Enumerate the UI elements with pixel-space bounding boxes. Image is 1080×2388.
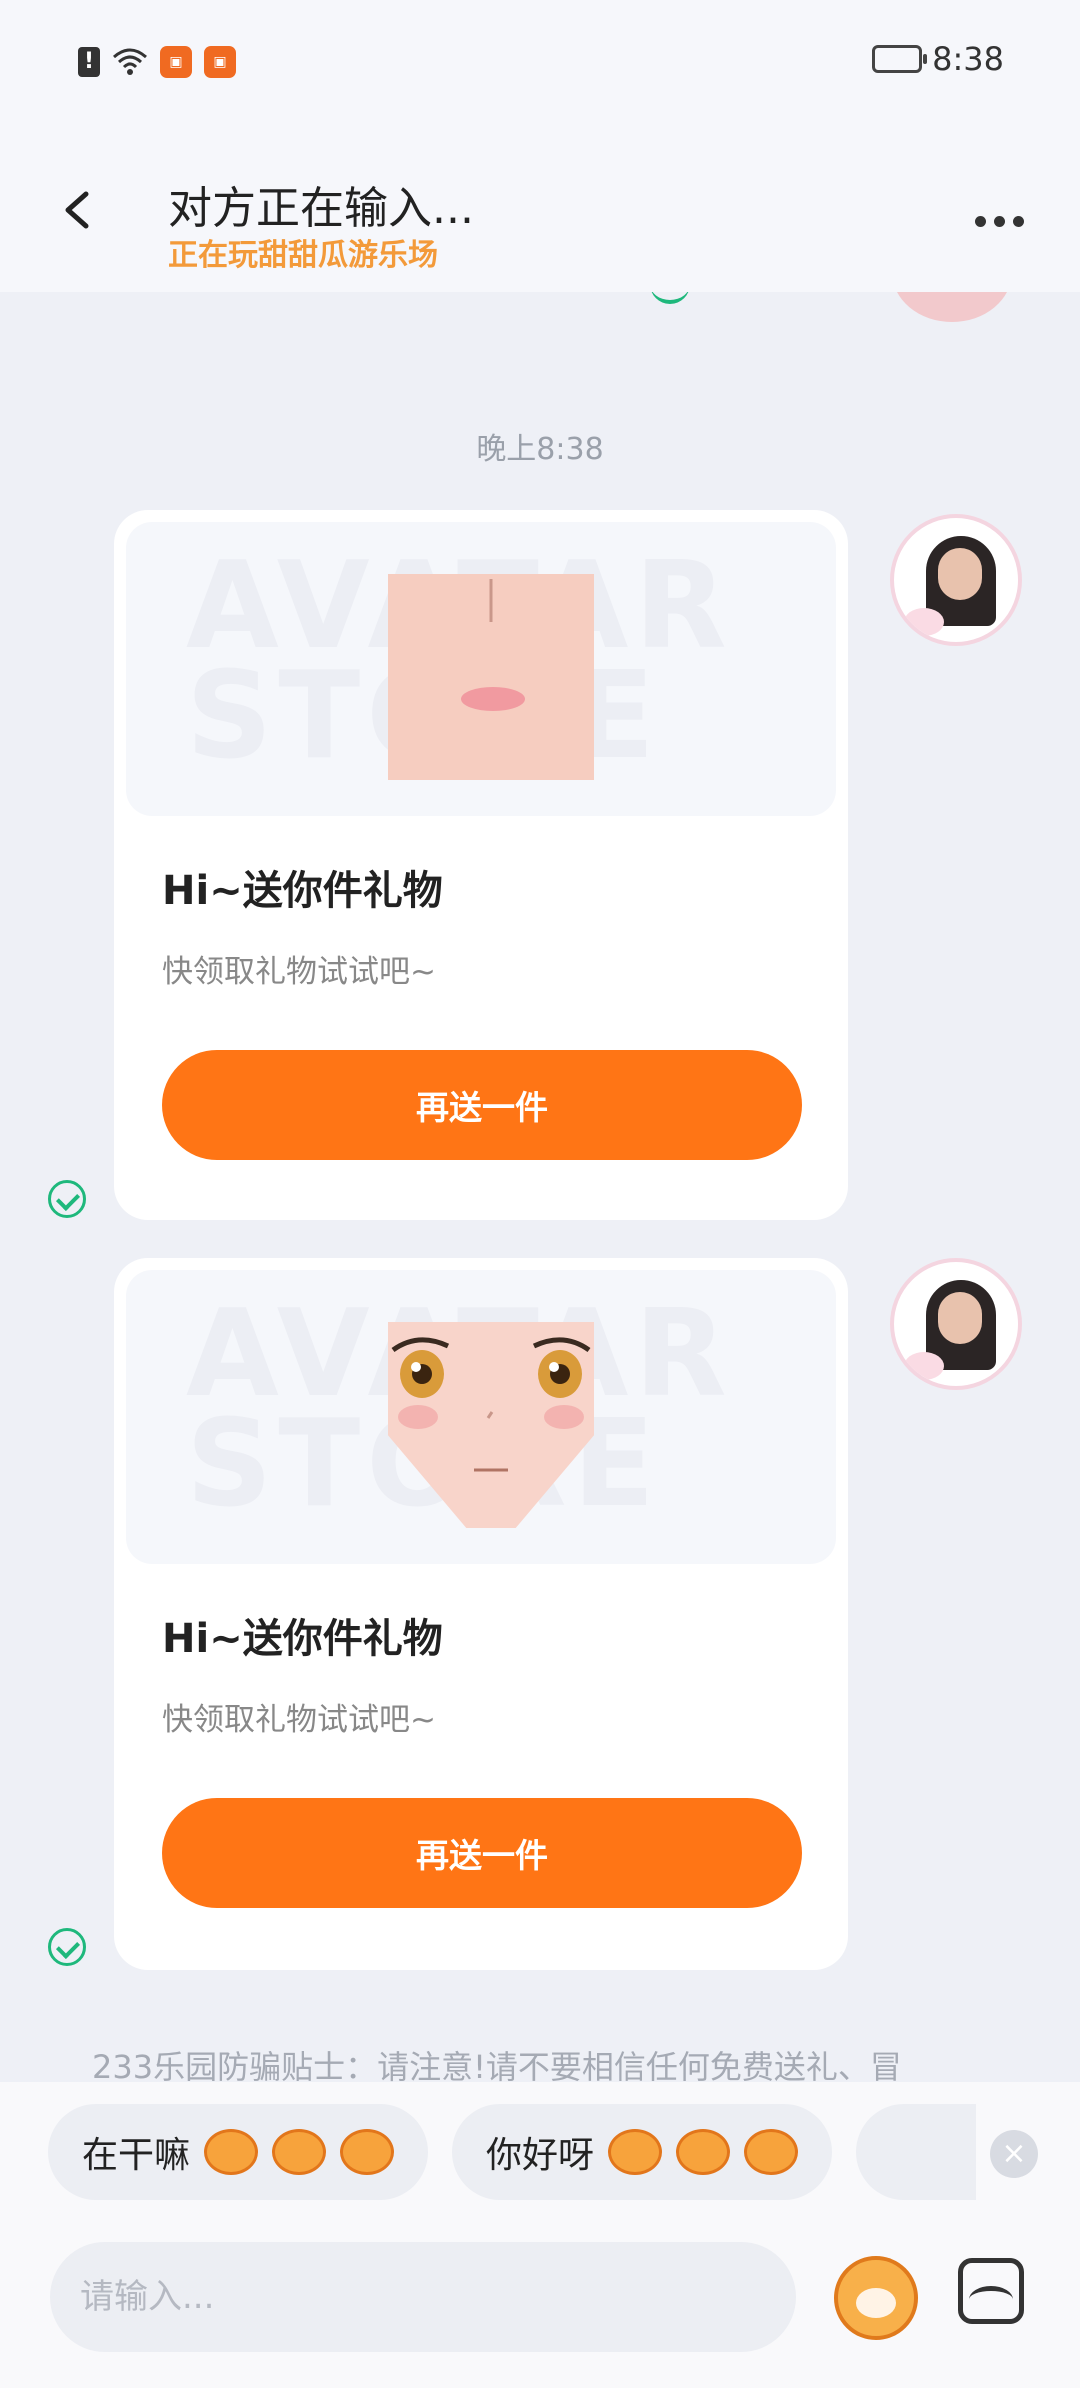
- close-icon[interactable]: ×: [990, 2130, 1038, 2178]
- back-arrow-icon[interactable]: [58, 190, 98, 230]
- grin-emoji-icon: [204, 2129, 259, 2175]
- app-notification-icon: ▣: [160, 46, 192, 78]
- quick-reply-label: 你好呀: [486, 2135, 595, 2176]
- gift-card[interactable]: AVATAR STORE Hi~送你件礼物 快: [114, 1258, 848, 1970]
- gift-card-subtitle: 快领取礼物试试吧~: [162, 1702, 436, 1738]
- chat-header: 对方正在输入... 正在玩甜甜瓜游乐场: [0, 120, 1080, 292]
- wave-emoji-icon: [676, 2129, 731, 2175]
- grin-emoji-icon: [340, 2129, 395, 2175]
- status-left-icons: ! ▣ ▣: [78, 46, 236, 78]
- status-time: 8:38: [932, 40, 1004, 78]
- message-input[interactable]: [50, 2242, 796, 2352]
- composer-area: 在干嘛 你好呀 ×: [0, 2082, 1080, 2388]
- gift-face-item: [388, 574, 594, 780]
- page-title: 对方正在输入...: [168, 183, 474, 234]
- image-picker-icon[interactable]: [958, 2258, 1024, 2324]
- gift-image[interactable]: AVATAR STORE: [126, 1270, 836, 1564]
- wifi-icon: [113, 48, 147, 75]
- gift-image[interactable]: AVATAR STORE: [126, 522, 836, 816]
- sent-check-icon: [650, 292, 690, 304]
- app-notification-icon: ▣: [204, 46, 236, 78]
- status-right: 8:38: [872, 40, 1004, 78]
- wave-emoji-icon: [744, 2129, 799, 2175]
- quick-reply-list: 在干嘛 你好呀: [48, 2104, 977, 2200]
- alert-icon: !: [78, 47, 100, 77]
- gift-card-title: Hi~送你件礼物: [162, 868, 443, 914]
- gift-card-title: Hi~送你件礼物: [162, 1616, 443, 1662]
- wave-emoji-icon: [608, 2129, 663, 2175]
- send-again-button[interactable]: 再送一件: [162, 1798, 802, 1908]
- emoji-picker-icon[interactable]: [834, 2256, 918, 2340]
- gift-card-subtitle: 快领取礼物试试吧~: [162, 954, 436, 990]
- partner-status[interactable]: 正在玩甜甜瓜游乐场: [168, 230, 438, 274]
- avatar[interactable]: [890, 1258, 1022, 1390]
- quick-reply-chip[interactable]: 在干嘛: [48, 2104, 429, 2200]
- more-options-icon[interactable]: [975, 216, 1024, 227]
- avatar[interactable]: [892, 292, 1012, 322]
- chat-messages[interactable]: 晚上8:38 AVATAR STORE Hi~送你件礼物 快领取礼物试试吧~ 再…: [0, 292, 1080, 2082]
- send-again-button[interactable]: 再送一件: [162, 1050, 802, 1160]
- quick-reply-chip[interactable]: [856, 2104, 977, 2200]
- quick-reply-label: 在干嘛: [82, 2135, 191, 2176]
- status-bar: ! ▣ ▣ 8:38: [0, 0, 1080, 120]
- time-label: 晚上8:38: [476, 432, 604, 467]
- sent-check-icon: [48, 1180, 86, 1218]
- quick-reply-chip[interactable]: 你好呀: [452, 2104, 833, 2200]
- avatar[interactable]: [890, 514, 1022, 646]
- battery-icon: [872, 45, 928, 73]
- gift-card[interactable]: AVATAR STORE Hi~送你件礼物 快领取礼物试试吧~ 再送一件: [114, 510, 848, 1220]
- grin-emoji-icon: [272, 2129, 327, 2175]
- sent-check-icon: [48, 1928, 86, 1966]
- anti-fraud-tip: 233乐园防骗贴士：请注意!请不要相信任何免费送礼、冒: [92, 2048, 902, 2082]
